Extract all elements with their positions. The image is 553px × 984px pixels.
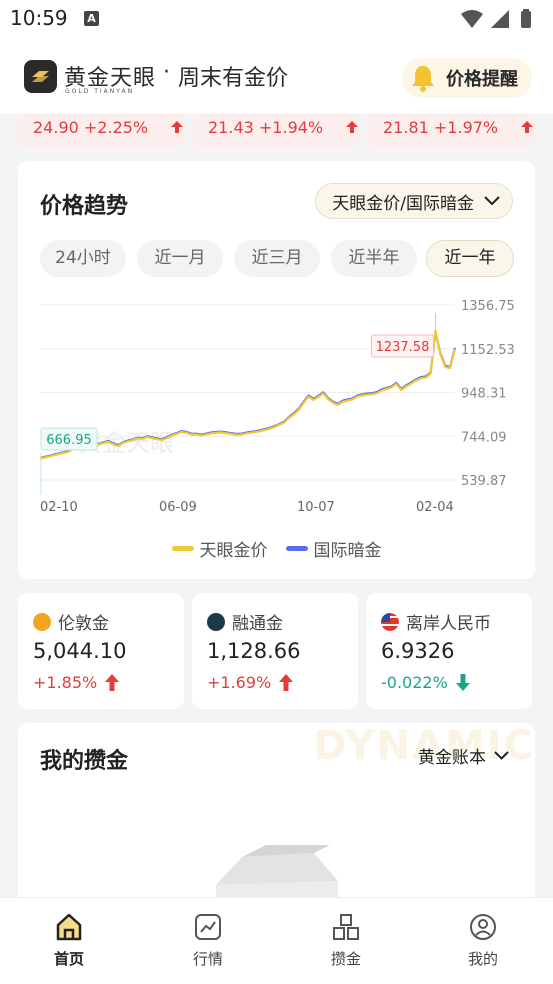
tab-1y[interactable]: 近一年 [426,240,514,277]
legend-item: 天眼金价 [171,536,268,561]
tab-24h[interactable]: 24小时 [40,240,126,277]
tab-6m[interactable]: 近半年 [331,240,417,277]
quote-header: 伦敦金 [33,609,109,634]
price-alert-label: 价格提醒 [446,69,518,90]
rongtong-logo-icon [207,612,225,631]
chart-legend: 天眼金价 国际暗金 [18,536,535,561]
user-icon [470,914,496,940]
price-alert-button[interactable]: 价格提醒 [402,58,532,98]
y-tick-label: 948.31 [461,387,507,402]
nav-save-gold[interactable]: 攒金 [306,912,386,969]
price-chart-svg[interactable]: 1356.75 1152.53 948.31 744.09 539.87 02-10 06-… [18,283,535,523]
nav-mine[interactable]: 我的 [443,912,523,969]
bell-icon [412,66,434,92]
chart-icon [195,914,221,940]
status-bar: 10:59 A [0,0,553,40]
status-time: 10:59 [10,6,68,30]
y-tick-label: 1356.75 [461,299,515,314]
min-label: 666.95 [46,433,92,448]
gold-coin-icon [33,612,51,631]
x-tick-label: 02-10 [40,500,78,515]
wifi-icon [461,10,483,28]
quote-card-offshore-cny[interactable]: 离岸人民币 6.9326 -0.022% [366,593,532,709]
price-strip-value: 21.43 +1.94% [208,118,324,137]
logo-icon [24,60,57,93]
chevron-down-icon [494,751,509,760]
us-flag-icon [381,612,399,631]
tab-3m[interactable]: 近三月 [234,240,320,277]
x-tick-label: 06-09 [159,500,197,515]
quote-name: 伦敦金 [58,614,109,634]
quote-header: 离岸人民币 [381,609,491,634]
gold-ledger-dropdown[interactable]: 黄金账本 [418,743,509,768]
y-tick-label: 1152.53 [461,343,515,358]
quote-value: 6.9326 [381,639,455,663]
legend-label: 国际暗金 [313,541,382,561]
nav-label: 攒金 [330,950,361,968]
legend-swatch [171,546,194,551]
nav-market[interactable]: 行情 [168,912,248,969]
y-tick-label: 539.87 [461,474,507,489]
quote-change: -0.022% [381,673,470,692]
empty-box-icon [216,845,338,897]
quote-change-value: +1.69% [207,673,272,692]
price-strip-card[interactable]: 21.43 +1.94% [193,114,360,148]
app-header: 黄金天眼 GOLD TIANYAN · 周末有金价 价格提醒 [0,40,553,114]
quote-value: 1,128.66 [207,639,301,663]
quote-name: 融通金 [232,614,283,634]
nav-label: 行情 [192,950,223,968]
ledger-label: 黄金账本 [418,748,486,768]
legend-item: 国际暗金 [285,536,382,561]
legend-label: 天眼金价 [199,541,268,561]
arrow-up-icon [521,121,534,133]
x-tick-label: 10-07 [297,500,335,515]
tab-1m[interactable]: 近一月 [137,240,223,277]
quote-name: 离岸人民币 [406,614,491,634]
nav-home[interactable]: 首页 [29,912,109,969]
trend-title: 价格趋势 [40,194,129,219]
quote-change-value: -0.022% [381,673,448,692]
price-strip: 24.90 +2.25% 21.43 +1.94% 21.81 +1.97% [18,114,535,148]
quote-change: +1.69% [207,673,294,692]
price-strip-value: 21.81 +1.97% [383,118,499,137]
logo-separator: · [163,60,170,85]
my-savings-card: DYNAMIC 我的攒金 黄金账本 [18,723,535,897]
header-slogan: 周末有金价 [178,66,289,91]
status-icons [459,8,541,34]
price-strip-value: 24.90 +2.25% [33,118,149,137]
arrow-up-icon [105,674,120,691]
arrow-up-icon [346,121,359,133]
quote-card-rongtong-gold[interactable]: 融通金 1,128.66 +1.69% [192,593,358,709]
x-tick-label: 02-04 [416,500,454,515]
legend-swatch [285,546,308,551]
signal-icon [491,10,509,28]
y-tick-label: 744.09 [461,430,507,445]
arrow-up-icon [279,674,294,691]
max-label: 1237.58 [376,340,430,355]
blocks-icon [333,914,359,940]
chevron-down-icon [484,196,500,206]
price-chart[interactable]: 1356.75 1152.53 948.31 744.09 539.87 02-10 06-… [18,283,535,523]
battery-icon [521,9,531,28]
quote-header: 融通金 [207,609,283,634]
nav-label: 我的 [467,950,498,968]
source-label: 天眼金价/国际暗金 [332,193,474,214]
logo-subtitle-en: GOLD TIANYAN [65,88,135,95]
notification-icon: A [84,11,99,26]
price-trend-card: 价格趋势 天眼金价/国际暗金 24小时 近一月 近三月 近半年 近一年 1356… [18,161,535,579]
price-strip-card[interactable]: 21.81 +1.97% [368,114,535,148]
home-icon [56,913,82,941]
quote-value: 5,044.10 [33,639,127,663]
price-strip-card[interactable]: 24.90 +2.25% [18,114,185,148]
main-content[interactable]: 24.90 +2.25% 21.43 +1.94% 21.81 +1.97% 价… [0,114,553,897]
quote-change-value: +1.85% [33,673,98,692]
savings-title: 我的攒金 [40,749,129,774]
bottom-nav: 首页 行情 攒金 我的 [0,897,553,984]
arrow-down-icon [455,674,470,691]
quote-change: +1.85% [33,673,120,692]
nav-label: 首页 [53,950,84,968]
source-dropdown[interactable]: 天眼金价/国际暗金 [315,183,513,219]
quote-card-london-gold[interactable]: 伦敦金 5,044.10 +1.85% [18,593,184,709]
arrow-up-icon [171,121,184,133]
